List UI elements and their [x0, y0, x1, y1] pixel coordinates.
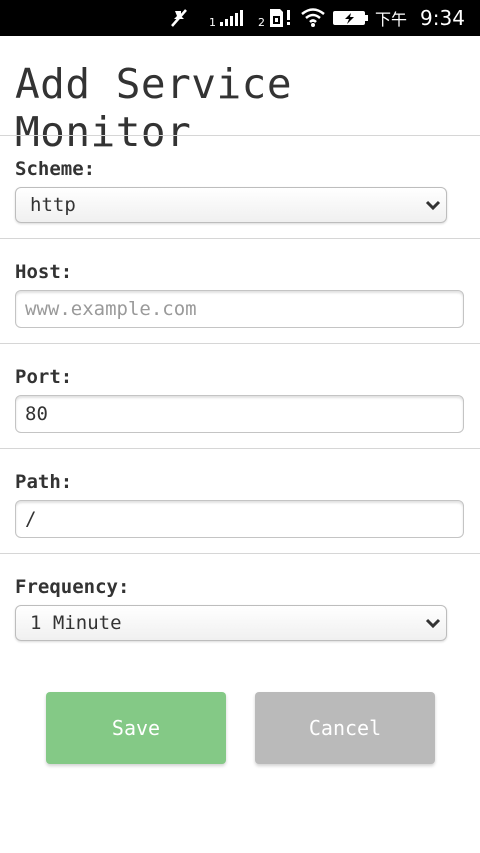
port-input[interactable]: [15, 395, 464, 433]
status-bar: 1 2 下午 9:34: [0, 0, 480, 36]
frequency-label: Frequency:: [15, 576, 130, 598]
scheme-value: http: [30, 194, 76, 216]
chevron-down-icon: [420, 606, 446, 640]
host-label: Host:: [15, 261, 73, 283]
scheme-select[interactable]: http: [15, 187, 447, 223]
chevron-down-icon: [420, 188, 446, 222]
sim2-status: 2: [258, 0, 293, 36]
page-title: Add Service Monitor: [15, 60, 293, 156]
battery-charging-icon: [332, 0, 370, 36]
path-input[interactable]: [15, 500, 464, 538]
path-label: Path:: [15, 471, 73, 493]
divider: [0, 553, 480, 554]
frequency-select[interactable]: 1 Minute: [15, 605, 447, 641]
divider: [0, 448, 480, 449]
divider: [0, 343, 480, 344]
sim-warning-icon: [270, 9, 290, 27]
no-notification-icon: [168, 0, 190, 36]
save-button[interactable]: Save: [46, 692, 226, 764]
port-label: Port:: [15, 366, 73, 388]
sim2-label: 2: [258, 15, 265, 29]
scheme-label: Scheme:: [15, 158, 96, 180]
host-input[interactable]: [15, 290, 464, 328]
cancel-button[interactable]: Cancel: [255, 692, 435, 764]
divider: [0, 238, 480, 239]
wifi-icon: [300, 0, 326, 36]
divider: [0, 135, 480, 136]
clock-ampm: 下午: [375, 10, 408, 29]
signal-icon: [220, 10, 243, 26]
frequency-value: 1 Minute: [30, 612, 122, 634]
clock-time: 9:34: [420, 6, 465, 30]
sim1-label: 1: [209, 15, 216, 29]
signal-sim1: 1: [209, 0, 244, 36]
